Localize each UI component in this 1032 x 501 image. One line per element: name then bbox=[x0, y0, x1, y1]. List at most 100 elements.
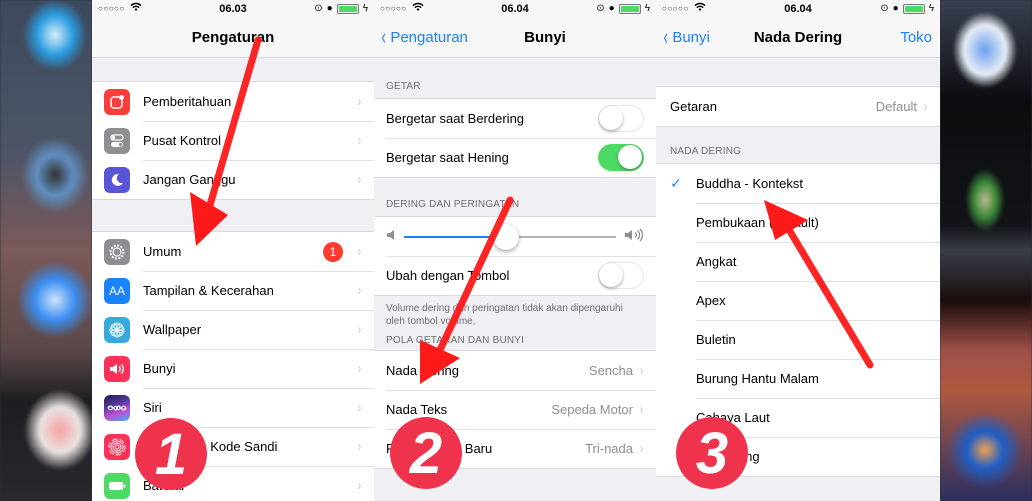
chevron-right-icon: › bbox=[357, 171, 362, 188]
section-header-getar: GETAR bbox=[386, 81, 421, 92]
speaker-high-icon bbox=[624, 228, 644, 245]
settings-item-label: Pusat Kontrol bbox=[143, 133, 222, 148]
navigation-bar: ‹ Pengaturan Bunyi bbox=[374, 20, 656, 58]
battery-icon bbox=[104, 472, 130, 499]
page-title: Bunyi bbox=[524, 29, 566, 46]
vibrate-on-silent-row: Bergetar saat Hening bbox=[374, 138, 656, 177]
charging-icon: ϟ bbox=[644, 3, 650, 14]
vibration-group: Getaran Default › bbox=[656, 86, 940, 127]
volume-slider-thumb[interactable] bbox=[492, 223, 519, 250]
vibrate-on-ring-toggle[interactable] bbox=[598, 105, 644, 132]
alarm-icon: ● bbox=[326, 3, 333, 14]
settings-screen: ○○○○○ 06.03 ⊙ ● ϟ Pengaturan Pemberitahu… bbox=[92, 0, 374, 501]
row-label: Bergetar saat Berdering bbox=[386, 111, 525, 126]
toggle-knob bbox=[599, 106, 623, 130]
change-with-buttons-toggle[interactable] bbox=[598, 262, 644, 289]
alarm-icon: ● bbox=[892, 3, 899, 14]
vibration-row[interactable]: Getaran Default › bbox=[656, 87, 940, 126]
blurred-background-left bbox=[0, 0, 92, 501]
settings-item-touch-id[interactable]: Touch ID & Kode Sandi › bbox=[92, 427, 374, 466]
ringtone-label: Burung Hantu Malam bbox=[696, 371, 819, 386]
vibrate-on-silent-toggle[interactable] bbox=[598, 144, 644, 171]
settings-item-label: Tampilan & Kecerahan bbox=[143, 283, 274, 298]
section-header-pola: POLA GETARAN DAN BUNYI bbox=[386, 335, 525, 346]
ringtone-label: Buddha - Kontekst bbox=[696, 176, 803, 191]
settings-item-pemberitahuan[interactable]: Pemberitahuan › bbox=[92, 82, 374, 121]
chevron-right-icon: › bbox=[357, 243, 362, 260]
status-bar: ○○○○○ 06.03 ⊙ ● ϟ bbox=[92, 0, 374, 20]
navigation-bar: ‹ Bunyi Nada Dering Toko bbox=[656, 20, 940, 58]
volume-slider[interactable] bbox=[404, 223, 616, 250]
chevron-right-icon: › bbox=[639, 362, 644, 379]
toggle-knob bbox=[618, 145, 642, 169]
section-footer: Volume dering dan peringatan tidak akan … bbox=[386, 303, 623, 327]
rotation-lock-icon: ⊙ bbox=[314, 3, 323, 14]
settings-item-label: Pemberitahuan bbox=[143, 94, 232, 109]
chevron-right-icon: › bbox=[357, 321, 362, 338]
settings-item-umum[interactable]: Umum 1 › bbox=[92, 232, 374, 271]
toggle-knob bbox=[599, 263, 623, 287]
row-value: Sepeda Motor bbox=[551, 402, 633, 417]
ringtone-item[interactable]: ✓ Buddha - Kontekst bbox=[656, 164, 940, 203]
settings-group-1: Pemberitahuan › Pusat Kontrol › Jangan G… bbox=[92, 81, 374, 200]
chevron-right-icon: › bbox=[923, 98, 928, 115]
control-center-icon bbox=[104, 127, 130, 154]
chevron-right-icon: › bbox=[357, 132, 362, 149]
blurred-background-right bbox=[940, 0, 1032, 501]
volume-slider-fill bbox=[404, 235, 506, 238]
status-bar: ○○○○○ 06.04 ⊙ ● ϟ bbox=[656, 0, 940, 20]
chevron-right-icon: › bbox=[357, 282, 362, 299]
row-label: Ubah dengan Tombol bbox=[386, 268, 510, 283]
page-title: Pengaturan bbox=[191, 29, 275, 46]
battery-level bbox=[620, 5, 639, 12]
chevron-right-icon: › bbox=[639, 401, 644, 418]
vibrate-on-ring-row: Bergetar saat Berdering bbox=[374, 99, 656, 138]
row-label: Nada Teks bbox=[386, 402, 448, 417]
chevron-right-icon: › bbox=[639, 440, 644, 457]
checkmark-icon: ✓ bbox=[670, 175, 682, 191]
ringtone-row[interactable]: Nada Dering Sencha › bbox=[374, 351, 656, 390]
wallpaper-icon bbox=[104, 316, 130, 343]
ringtone-item[interactable]: Apex bbox=[656, 281, 940, 320]
ringtone-item[interactable]: Angkat bbox=[656, 242, 940, 281]
row-value: Tri-nada bbox=[585, 441, 633, 456]
siri-icon bbox=[104, 394, 130, 421]
settings-item-siri[interactable]: Siri › bbox=[92, 388, 374, 427]
settings-item-wallpaper[interactable]: Wallpaper › bbox=[92, 310, 374, 349]
chevron-right-icon: › bbox=[357, 93, 362, 110]
section-header-dering: DERING DAN PERINGATAN bbox=[386, 199, 520, 210]
battery-icon bbox=[336, 3, 359, 14]
do-not-disturb-icon bbox=[104, 166, 130, 193]
settings-item-tampilan-kecerahan[interactable]: AA Tampilan & Kecerahan › bbox=[92, 271, 374, 310]
row-value: Default bbox=[875, 99, 917, 114]
settings-item-baterai[interactable]: Baterai › bbox=[92, 466, 374, 501]
ringtone-item[interactable]: Pembukaan (Default) bbox=[656, 203, 940, 242]
display-brightness-icon: AA bbox=[104, 277, 130, 304]
status-bar: ○○○○○ 06.04 ⊙ ● ϟ bbox=[374, 0, 656, 20]
back-chevron-icon: ‹ bbox=[381, 24, 386, 49]
battery-icon bbox=[618, 3, 641, 14]
settings-item-label: Umum bbox=[143, 244, 182, 259]
settings-item-label: Bunyi bbox=[143, 361, 176, 376]
rotation-lock-icon: ⊙ bbox=[596, 3, 605, 14]
charging-icon: ϟ bbox=[362, 3, 368, 14]
change-with-buttons-row: Ubah dengan Tombol bbox=[374, 256, 656, 295]
settings-item-bunyi[interactable]: Bunyi › bbox=[92, 349, 374, 388]
step-badge-1: 1 bbox=[135, 418, 207, 490]
ringtone-item[interactable]: Burung Hantu Malam bbox=[656, 359, 940, 398]
settings-item-pusat-kontrol[interactable]: Pusat Kontrol › bbox=[92, 121, 374, 160]
chevron-right-icon: › bbox=[357, 438, 362, 455]
vibration-group: Bergetar saat Berdering Bergetar saat He… bbox=[374, 98, 656, 178]
settings-item-jangan-ganggu[interactable]: Jangan Ganggu › bbox=[92, 160, 374, 199]
chevron-right-icon: › bbox=[357, 477, 362, 494]
settings-group-2: Umum 1 › AA Tampilan & Kecerahan › Wallp… bbox=[92, 231, 374, 501]
ringtone-item[interactable]: Buletin bbox=[656, 320, 940, 359]
store-button[interactable]: Toko bbox=[900, 29, 932, 46]
row-value: Sencha bbox=[588, 363, 633, 378]
battery-icon bbox=[902, 3, 925, 14]
page-title: Nada Dering bbox=[753, 29, 843, 46]
row-label: Bergetar saat Hening bbox=[386, 150, 509, 165]
battery-level bbox=[904, 5, 923, 12]
section-header-nada-dering: NADA DERING bbox=[670, 146, 742, 157]
step-badge-3: 3 bbox=[676, 417, 748, 489]
